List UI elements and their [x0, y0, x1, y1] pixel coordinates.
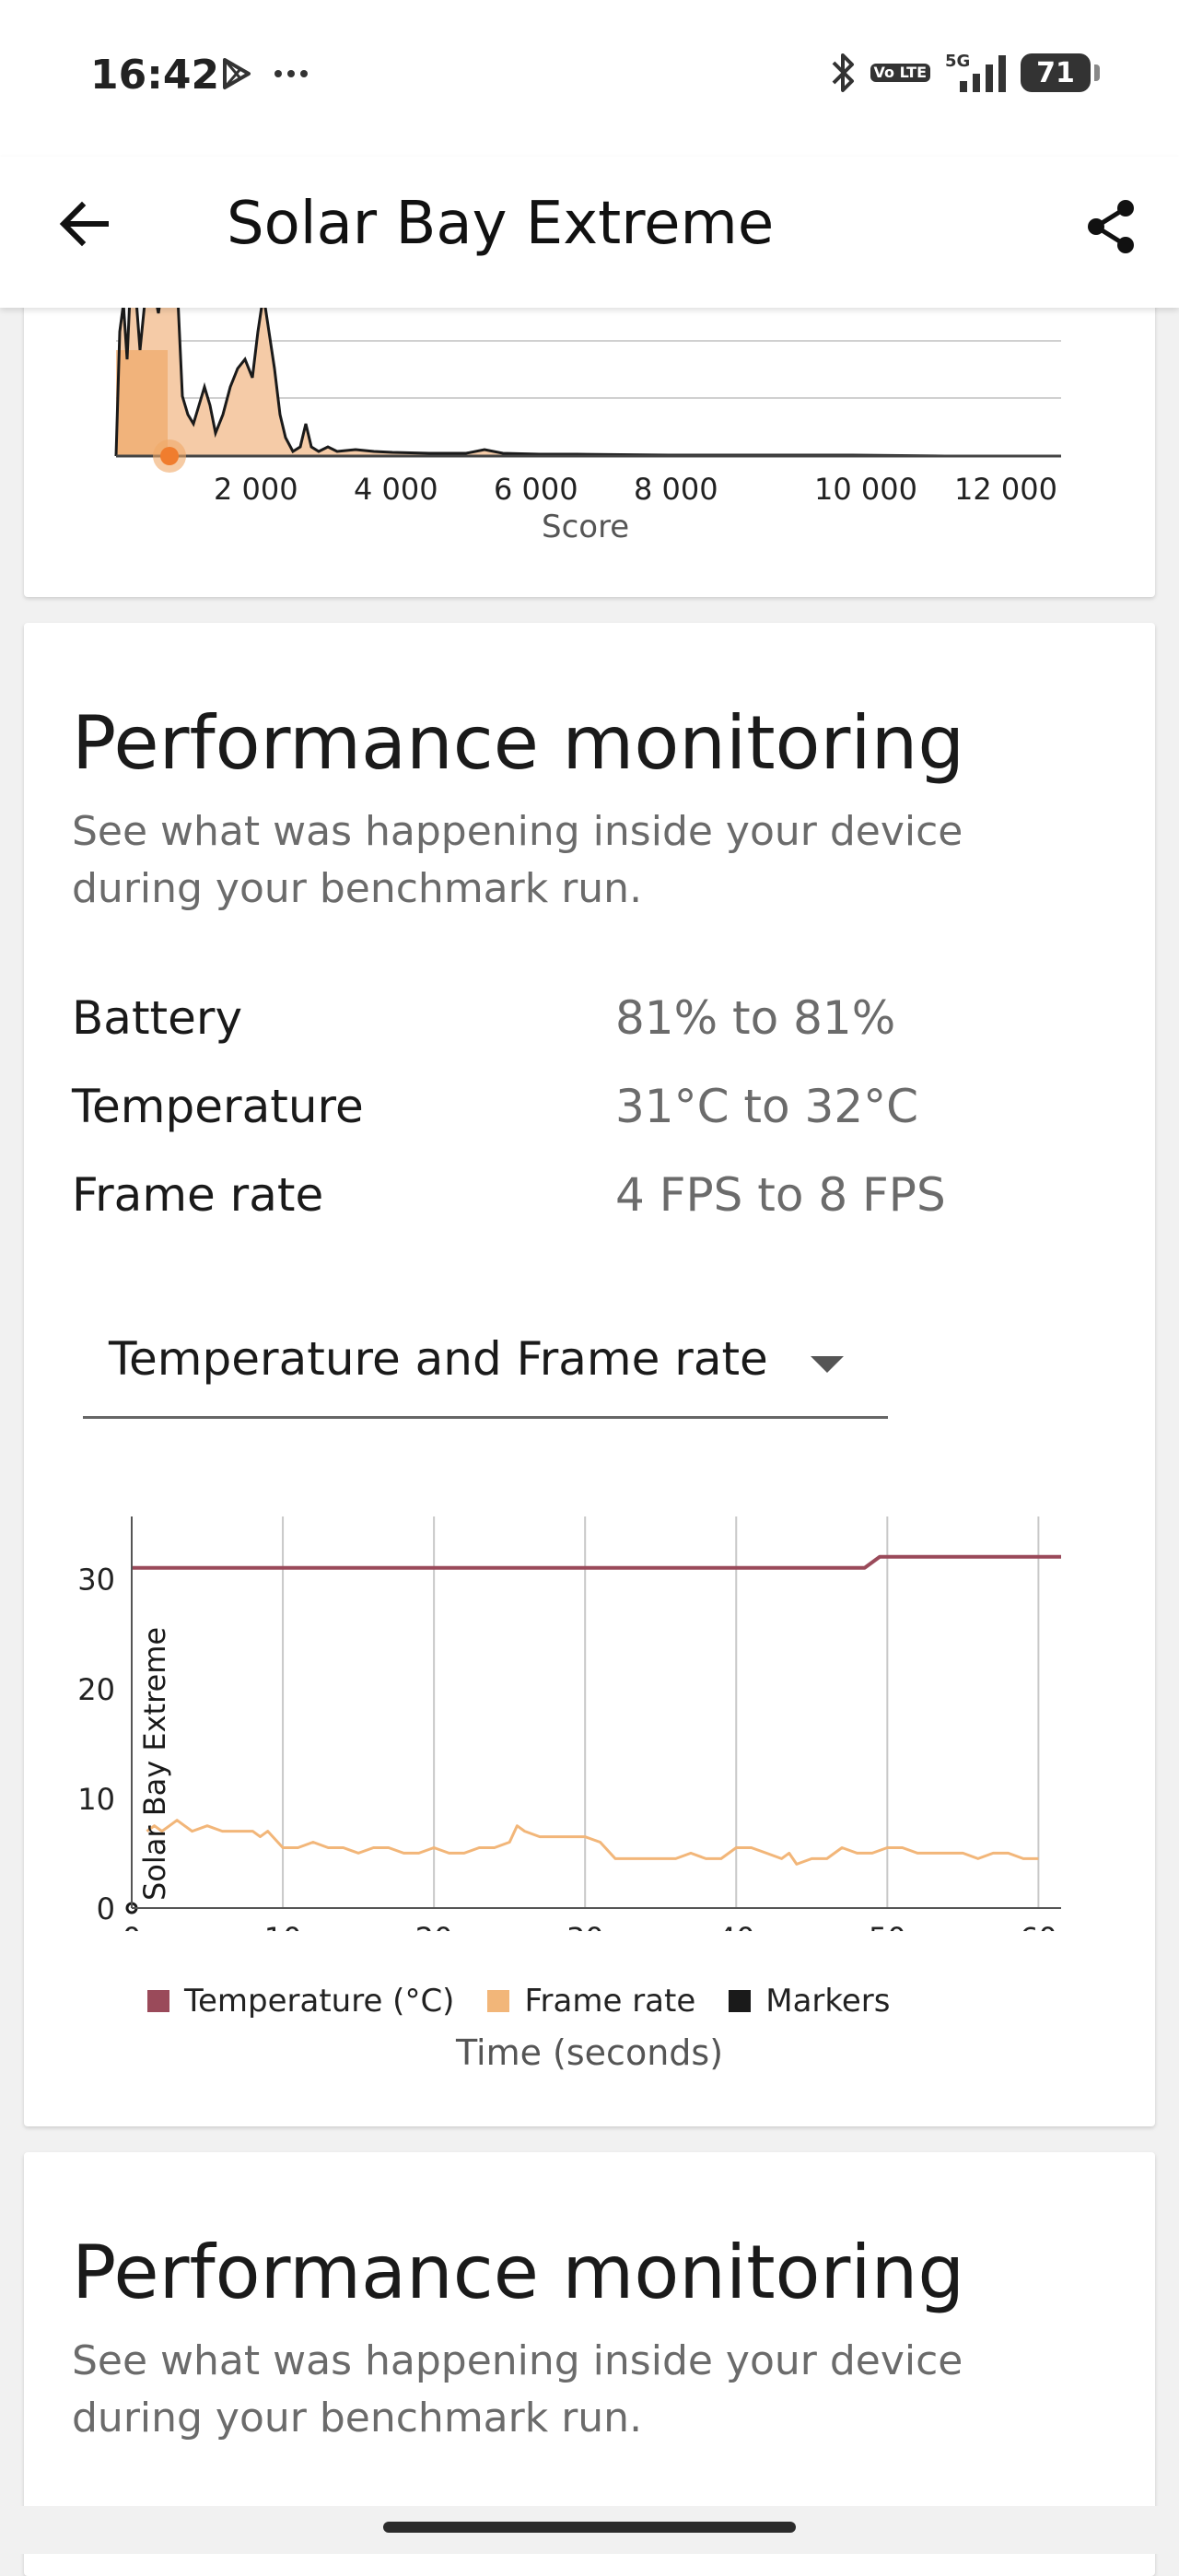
series-line-temperature [132, 1554, 1061, 1570]
status-left-icons [219, 57, 309, 90]
legend-label: Frame rate [524, 1983, 696, 2020]
x-axis-title: Time (seconds) [455, 2032, 724, 2073]
y-tick-label: 20 [77, 1672, 115, 1707]
section-subtitle: See what was happening inside your devic… [72, 2337, 963, 2441]
page-title: Solar Bay Extreme [227, 190, 775, 258]
dist-tick-label: 10 000 [814, 472, 917, 507]
chart-legend: Temperature (°C) Frame rate Markers [147, 1983, 905, 2020]
performance-chart: Solar Bay Extreme 0 10 20 30 40 50 60 0 10 20 30 [77, 1516, 1061, 1931]
y-tick-label: 30 [77, 1563, 115, 1598]
x-tick-label: 30 [566, 1921, 604, 1931]
play-store-icon [223, 58, 251, 89]
dist-tick-label: 4 000 [354, 472, 438, 507]
y-tick-label: 0 [97, 1891, 115, 1926]
more-notifications-icon [274, 70, 308, 77]
legend-swatch [487, 1990, 510, 2012]
bluetooth-icon [832, 53, 854, 92]
dist-tick-label: 12 000 [954, 472, 1057, 507]
performance-monitoring-card: Performance monitoring See what was happ… [24, 623, 1155, 2126]
score-distribution-chart [114, 276, 1061, 473]
legend-label: Markers [765, 1983, 891, 2020]
share-button[interactable] [1078, 193, 1144, 260]
back-button[interactable] [52, 192, 116, 256]
x-tick-label: 10 [264, 1921, 302, 1931]
series-line-frame-rate [146, 1819, 1039, 1866]
legend-label: Temperature (°C) [184, 1983, 455, 2020]
app-bar: Solar Bay Extreme [0, 157, 1179, 308]
dist-tick-label: 8 000 [634, 472, 718, 507]
dist-tick-label: 6 000 [494, 472, 578, 507]
x-tick-label: 60 [1020, 1921, 1057, 1931]
legend-swatch [147, 1990, 169, 2012]
legend-item-temperature[interactable]: Temperature (°C) [147, 1983, 454, 2020]
legend-item-markers[interactable]: Markers [729, 1983, 891, 2020]
section-title: Performance monitoring [72, 2230, 965, 2315]
status-time: 16:42 [90, 52, 220, 99]
x-tick-label: 20 [415, 1921, 453, 1931]
your-score-marker-dot [160, 447, 179, 465]
status-bar: 16:42 Vo LTE 5G 71 [0, 0, 1179, 157]
marker-label: Solar Bay Extreme [137, 1627, 172, 1901]
status-right-icons: Vo LTE 5G 71 [828, 52, 1100, 94]
dist-axis-title: Score [542, 509, 630, 545]
arrow-back-icon [59, 201, 109, 247]
volte-icon: Vo LTE [870, 64, 930, 82]
signal-5g-icon: 5G [945, 52, 1006, 92]
score-distribution-card: 2 000 4 000 6 000 8 000 10 000 12 000 Sc… [24, 276, 1155, 597]
dist-highlight [116, 350, 168, 456]
legend-item-frame-rate[interactable]: Frame rate [487, 1983, 695, 2020]
battery-icon: 71 [1021, 53, 1100, 92]
x-tick-label: 40 [718, 1921, 755, 1931]
home-indicator[interactable] [383, 2522, 796, 2533]
svg-text:5G: 5G [945, 52, 970, 71]
dist-tick-label: 2 000 [214, 472, 298, 507]
y-tick-label: 10 [77, 1782, 115, 1817]
x-tick-label: 50 [869, 1921, 906, 1931]
legend-swatch [729, 1990, 752, 2012]
share-icon [1088, 200, 1134, 253]
x-tick-label: 0 [123, 1921, 141, 1931]
